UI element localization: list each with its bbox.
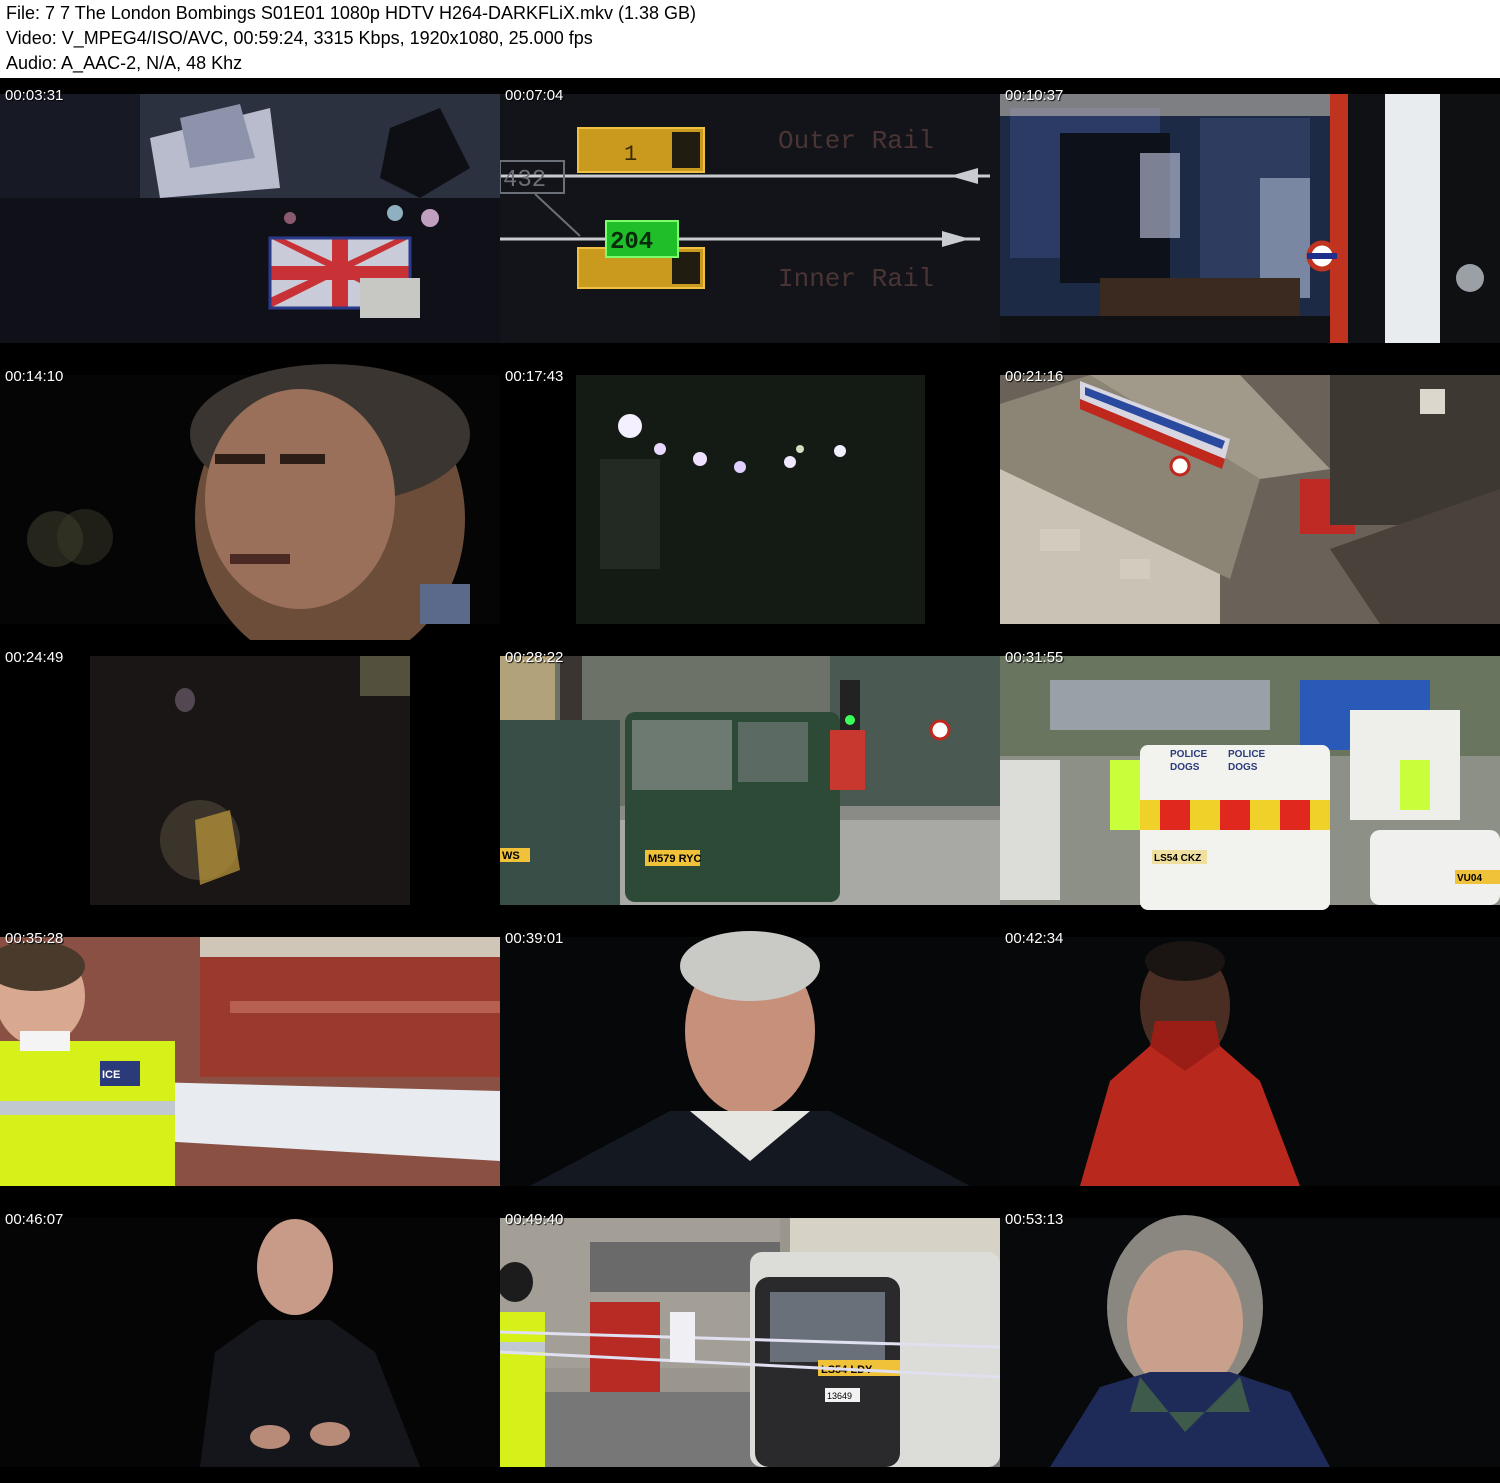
thumbnail-5-image bbox=[576, 375, 925, 624]
timestamp: 00:42:34 bbox=[1005, 930, 1064, 947]
timestamp: 00:14:10 bbox=[5, 368, 64, 385]
thumbnail-9[interactable]: POLICE DOGS POLICE DOGS LS54 CKZ VU04 00… bbox=[1000, 640, 1500, 921]
thumbnail-grid: 00:03:31 432 1 204 Outer Rail Inner Rail… bbox=[0, 78, 1500, 1483]
video-info: Video: V_MPEG4/ISO/AVC, 00:59:24, 3315 K… bbox=[6, 28, 593, 48]
thumbnail-15-image bbox=[1000, 1215, 1500, 1467]
info-header: File: 7 7 The London Bombings S01E01 108… bbox=[0, 0, 1500, 78]
signal-block: 1 bbox=[624, 142, 637, 167]
timestamp: 00:39:01 bbox=[505, 930, 564, 947]
van-label-2: DOGS bbox=[1170, 762, 1200, 773]
thumbnail-13[interactable]: 00:46:07 bbox=[0, 1202, 500, 1483]
van-plate: M579 RYC bbox=[648, 853, 701, 865]
thumbnail-15[interactable]: 00:53:13 bbox=[1000, 1202, 1500, 1483]
car-plate: WS bbox=[502, 850, 520, 862]
thumbnail-9-image: POLICE DOGS POLICE DOGS LS54 CKZ VU04 bbox=[1000, 656, 1500, 910]
thumbnail-8[interactable]: M579 RYC WS 00:28:22 bbox=[500, 640, 1000, 921]
thumbnail-10[interactable]: ICE 00:35:28 bbox=[0, 921, 500, 1202]
outer-rail-label: Outer Rail bbox=[778, 126, 934, 156]
van-label-3: POLICE bbox=[1228, 749, 1266, 760]
timestamp: 00:49:40 bbox=[505, 1211, 564, 1228]
thumbnail-10-image: ICE bbox=[0, 937, 500, 1186]
timestamp: 00:21:16 bbox=[1005, 368, 1064, 385]
taxi-licence: 13649 bbox=[827, 1391, 852, 1401]
thumbnail-4[interactable]: 00:14:10 bbox=[0, 359, 500, 640]
timestamp: 00:24:49 bbox=[5, 649, 64, 666]
van-label-1: POLICE bbox=[1170, 749, 1208, 760]
thumbnail-1-image bbox=[0, 78, 500, 359]
thumbnail-5[interactable]: 00:17:43 bbox=[500, 359, 1000, 640]
inner-rail-label: Inner Rail bbox=[778, 264, 934, 294]
thumbnail-2-image: 432 1 204 Outer Rail Inner Rail bbox=[500, 78, 1000, 359]
thumbnail-11[interactable]: 00:39:01 bbox=[500, 921, 1000, 1202]
timestamp: 00:35:28 bbox=[5, 930, 64, 947]
thumbnail-14-image: LS54 LDY 13649 bbox=[500, 1218, 1000, 1467]
car-plate: VU04 bbox=[1457, 873, 1482, 884]
rail-id: 432 bbox=[503, 167, 546, 194]
thumbnail-13-image bbox=[0, 1218, 500, 1467]
thumbnail-2[interactable]: 432 1 204 Outer Rail Inner Rail 00:07:04 bbox=[500, 78, 1000, 359]
timestamp: 00:31:55 bbox=[1005, 649, 1064, 666]
thumbnail-8-image: M579 RYC WS bbox=[500, 656, 1000, 905]
timestamp: 00:53:13 bbox=[1005, 1211, 1064, 1228]
timestamp: 00:07:04 bbox=[505, 87, 564, 104]
timestamp: 00:28:22 bbox=[505, 649, 564, 666]
thumbnail-6[interactable]: 00:21:16 bbox=[1000, 359, 1500, 640]
van-label-4: DOGS bbox=[1228, 762, 1258, 773]
thumbnail-7[interactable]: 00:24:49 bbox=[0, 640, 500, 921]
thumbnail-14[interactable]: LS54 LDY 13649 00:49:40 bbox=[500, 1202, 1000, 1483]
thumbnail-7-image bbox=[90, 656, 410, 905]
timestamp: 00:17:43 bbox=[505, 368, 564, 385]
train-code: 204 bbox=[610, 229, 653, 256]
thumbnail-12-image bbox=[1000, 937, 1500, 1186]
thumbnail-11-image bbox=[500, 931, 1000, 1186]
vest-label: ICE bbox=[102, 1069, 120, 1081]
thumbnail-6-image bbox=[1000, 375, 1500, 624]
timestamp: 00:10:37 bbox=[1005, 87, 1064, 104]
thumbnail-4-image bbox=[0, 364, 500, 640]
thumbnail-1[interactable]: 00:03:31 bbox=[0, 78, 500, 359]
timestamp: 00:03:31 bbox=[5, 87, 64, 104]
file-info: File: 7 7 The London Bombings S01E01 108… bbox=[6, 3, 697, 23]
thumbnail-3-image bbox=[1000, 94, 1500, 343]
van-plate: LS54 CKZ bbox=[1154, 853, 1201, 864]
thumbnail-3[interactable]: 00:10:37 bbox=[1000, 78, 1500, 359]
thumbnail-12[interactable]: 00:42:34 bbox=[1000, 921, 1500, 1202]
audio-info: Audio: A_AAC-2, N/A, 48 Khz bbox=[6, 53, 243, 73]
timestamp: 00:46:07 bbox=[5, 1211, 64, 1228]
